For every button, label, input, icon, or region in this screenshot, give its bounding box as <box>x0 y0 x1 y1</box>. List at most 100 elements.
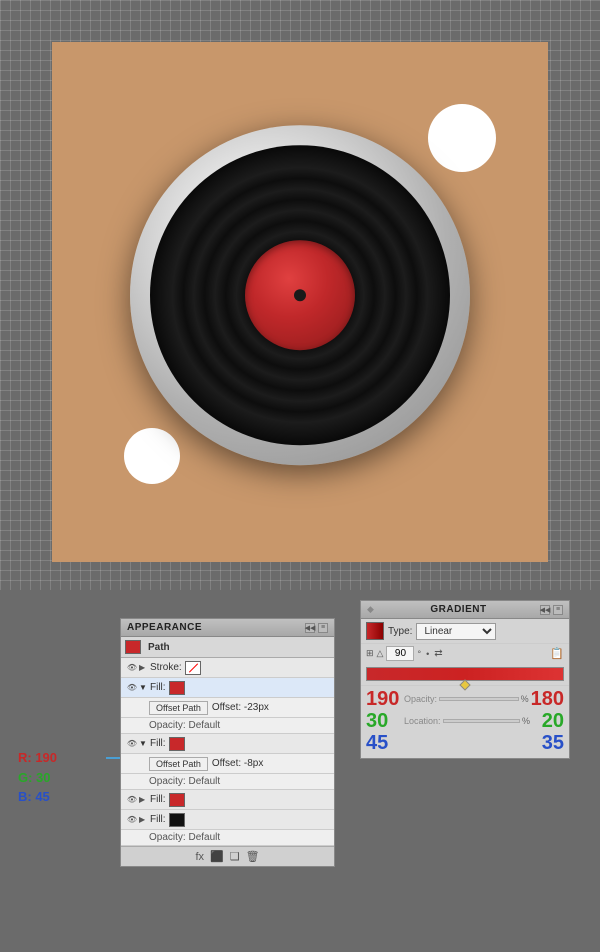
opacity-label-r: Opacity: <box>404 694 437 704</box>
opacity3-label: Opacity: <box>149 832 188 843</box>
gradient-panel: ◆ GRADIENT ◀◀ ≡ Type: Linear Radial ⊞ △ … <box>360 600 570 759</box>
b-left-value: 45 <box>366 733 402 753</box>
opacity-row-3: Opacity: Default <box>121 830 334 846</box>
fill3-eye-icon[interactable]: 👁 <box>125 795 139 805</box>
fill3-arrow[interactable]: ▶ <box>139 795 147 804</box>
appearance-bottom-bar: fx ⬛ ❑ 🗑 <box>121 846 334 866</box>
r-row: 190 Opacity: % 180 <box>366 689 564 709</box>
panel-collapse-btn[interactable]: ◀◀ <box>305 623 315 633</box>
type-label: Type: <box>388 626 412 637</box>
gradient-panel-title: GRADIENT <box>430 604 486 615</box>
stroke-arrow[interactable]: ▶ <box>139 663 147 672</box>
fill3-swatch[interactable] <box>169 793 185 807</box>
stroke-swatch <box>185 661 201 675</box>
r-float: R: 190 <box>18 748 57 768</box>
opacity-row-1: Opacity: Default <box>121 718 334 734</box>
fill2-label: Fill: <box>150 738 166 749</box>
gradient-preview-swatch <box>366 622 384 640</box>
gradient-icon: ◆ <box>367 604 374 615</box>
degree-symbol: ° <box>417 649 421 659</box>
gradient-panel-controls: ◀◀ ≡ <box>540 605 563 615</box>
b-right-value: 35 <box>532 733 564 753</box>
fill-row-1: 👁 ▼ Fill: <box>121 678 334 698</box>
offset-path-row-1: Offset Path Offset: -23px <box>121 698 334 718</box>
opacity-slider-r[interactable] <box>439 697 519 701</box>
r-slider-container: Opacity: % <box>402 694 531 704</box>
opacity-pct-r: % <box>521 694 529 704</box>
opacity2-label: Opacity: <box>149 776 188 787</box>
fx-icon[interactable]: fx <box>195 851 204 863</box>
appearance-panel-title: APPEARANCE <box>127 622 202 633</box>
b-row: 45 35 <box>366 733 564 753</box>
appearance-panel-header: APPEARANCE ◀◀ ≡ <box>121 619 334 637</box>
offset-value-1: Offset: -23px <box>212 702 269 713</box>
stroke-eye-icon[interactable]: 👁 <box>125 663 139 673</box>
stroke-row: 👁 ▶ Stroke: <box>121 658 334 678</box>
offset-value-2: Offset: -8px <box>212 758 264 769</box>
b-float: B: 45 <box>18 787 57 807</box>
location-pct-g: % <box>522 716 530 726</box>
g-slider-container: Location: % <box>402 716 532 726</box>
gradient-panel-header: ◆ GRADIENT ◀◀ ≡ <box>361 601 569 619</box>
gradient-options-icon[interactable]: ⊞ <box>366 648 374 659</box>
opacity2-value: Default <box>188 776 220 787</box>
offset-path-btn-1[interactable]: Offset Path <box>149 701 208 715</box>
fill-row-2: 👁 ▼ Fill: <box>121 734 334 754</box>
gradient-collapse-btn[interactable]: ◀◀ <box>540 605 550 615</box>
offset-path-btn-2[interactable]: Offset Path <box>149 757 208 771</box>
record-hole <box>294 289 306 301</box>
g-right-value: 20 <box>532 711 564 731</box>
fill4-swatch[interactable] <box>169 813 185 827</box>
fill1-swatch[interactable] <box>169 681 185 695</box>
location-label-g: Location: <box>404 716 441 726</box>
fill4-label: Fill: <box>150 814 166 825</box>
fill4-eye-icon[interactable]: 👁 <box>125 815 139 825</box>
offset-path-row-2: Offset Path Offset: -8px <box>121 754 334 774</box>
add-icon[interactable]: ⬛ <box>210 850 224 863</box>
record-outer-ring <box>130 125 470 465</box>
path-label: Path <box>148 642 170 653</box>
gradient-copy-icon[interactable]: 📋 <box>550 647 564 660</box>
opacity1-value: Default <box>188 720 220 731</box>
appearance-panel: APPEARANCE ◀◀ ≡ Path 👁 ▶ Stroke: 👁 ▼ Fil… <box>120 618 335 867</box>
gradient-type-row: Type: Linear Radial <box>361 619 569 644</box>
gradient-menu-btn[interactable]: ≡ <box>553 605 563 615</box>
opacity3-value: Default <box>188 832 220 843</box>
gradient-dot-icon: • <box>426 649 429 659</box>
g-row: 30 Location: % 20 <box>366 711 564 731</box>
path-row: Path <box>121 637 334 658</box>
artboard <box>52 42 548 562</box>
panel-controls: ◀◀ ≡ <box>305 623 328 633</box>
fill1-eye-icon[interactable]: 👁 <box>125 683 139 693</box>
opacity-row-2: Opacity: Default <box>121 774 334 790</box>
delete-icon[interactable]: 🗑 <box>246 850 260 863</box>
rgb-float-values: R: 190 G: 30 B: 45 <box>18 748 57 807</box>
gradient-angle-row: ⊞ △ ° • ⇄ 📋 <box>361 644 569 663</box>
stroke-label: Stroke: <box>150 662 182 673</box>
gradient-reverse-icon[interactable]: ⇄ <box>434 648 442 659</box>
r-right-value: 180 <box>531 689 564 709</box>
fill3-label: Fill: <box>150 794 166 805</box>
fill1-arrow[interactable]: ▼ <box>139 683 147 692</box>
fill1-label: Fill: <box>150 682 166 693</box>
r-left-value: 190 <box>366 689 402 709</box>
gradient-angle-input[interactable] <box>386 646 414 661</box>
fill-row-4: 👁 ▶ Fill: <box>121 810 334 830</box>
fill2-arrow[interactable]: ▼ <box>139 739 147 748</box>
gradient-type-select[interactable]: Linear Radial <box>416 623 496 640</box>
record-disc <box>150 145 450 445</box>
panel-menu-btn[interactable]: ≡ <box>318 623 328 633</box>
vinyl-record <box>130 125 470 465</box>
duplicate-icon[interactable]: ❑ <box>230 850 240 863</box>
fill4-arrow[interactable]: ▶ <box>139 815 147 824</box>
location-slider-g[interactable] <box>443 719 520 723</box>
fill2-eye-icon[interactable]: 👁 <box>125 739 139 749</box>
g-left-value: 30 <box>366 711 402 731</box>
panels-area: R: 190 G: 30 B: 45 APPEARANCE ◀◀ ≡ Path … <box>0 600 600 952</box>
rgb-section: 190 Opacity: % 180 30 Location: % 20 <box>361 685 569 758</box>
g-float: G: 30 <box>18 768 57 788</box>
gradient-bar-container <box>366 667 564 681</box>
record-label <box>245 240 355 350</box>
gradient-angle-icon: △ <box>377 648 384 659</box>
fill2-swatch[interactable] <box>169 737 185 751</box>
